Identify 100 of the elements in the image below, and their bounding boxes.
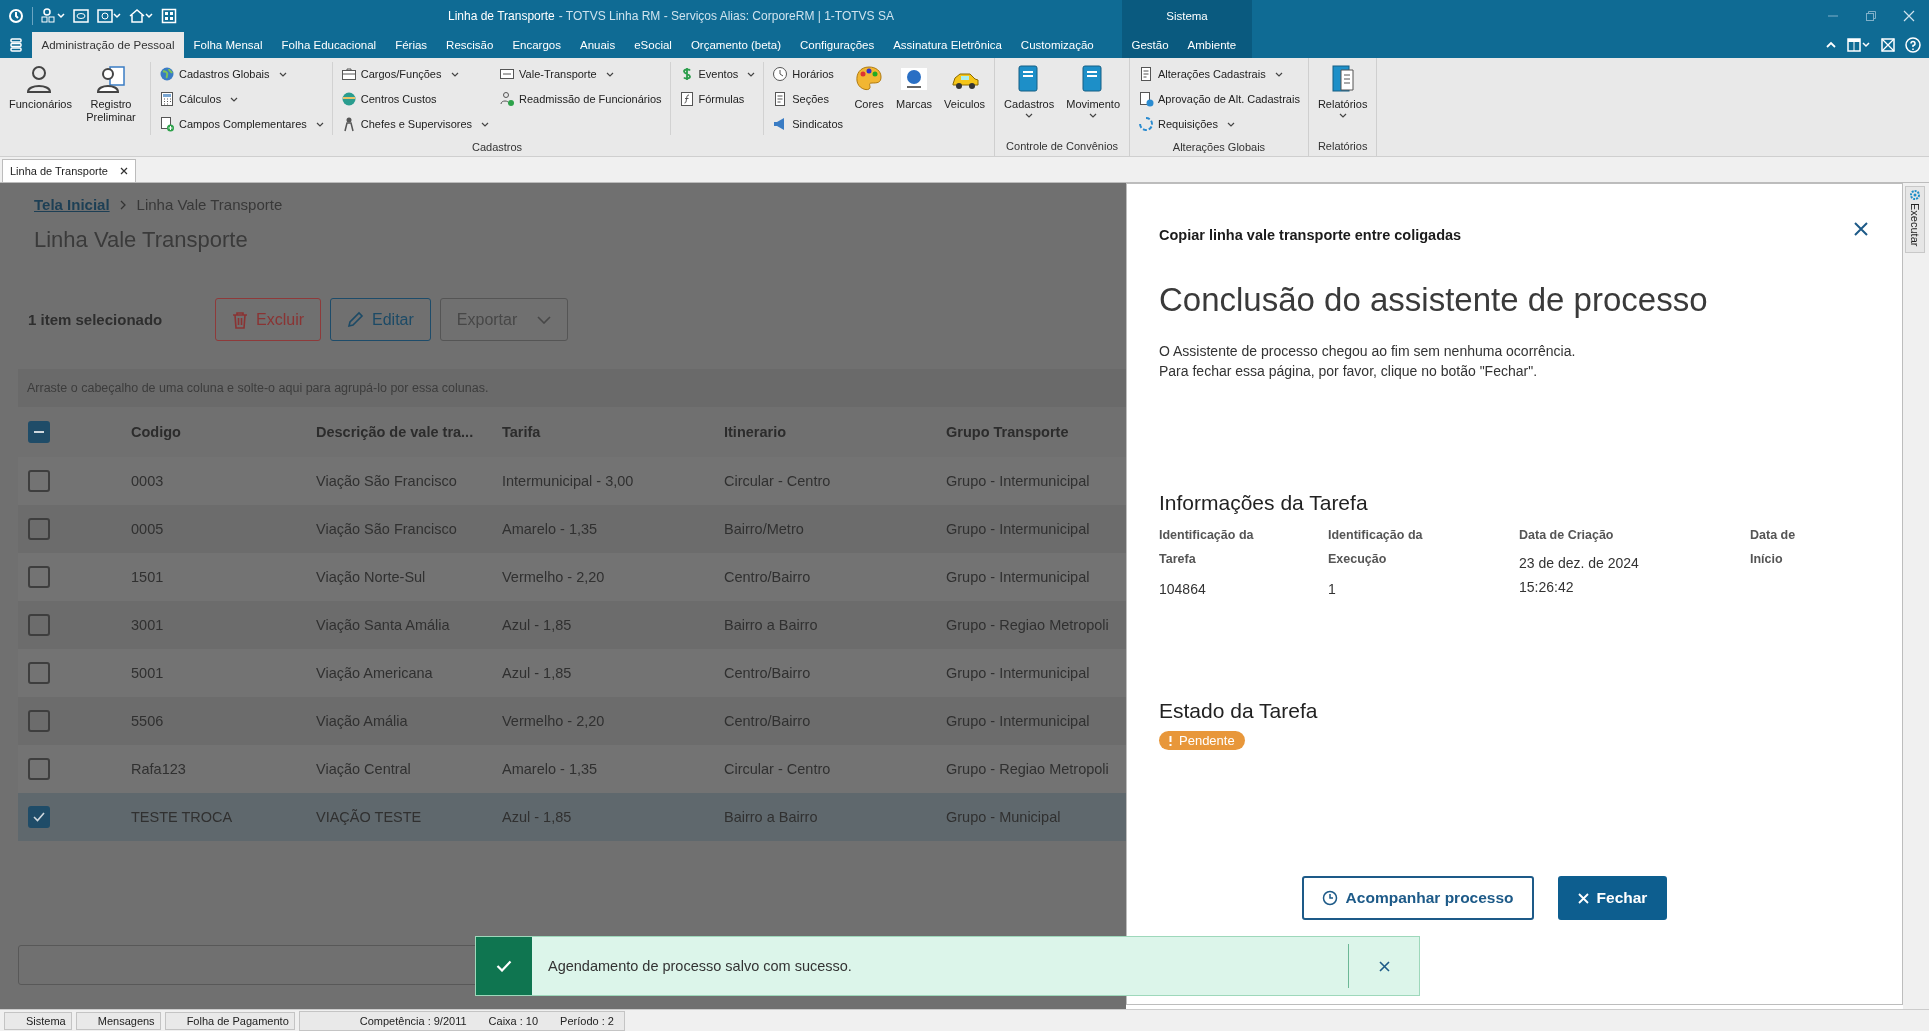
stack-menu-icon[interactable] [9,38,23,52]
people-dropdown-icon[interactable] [41,8,65,24]
select-all-checkbox[interactable] [28,421,50,443]
ribbon-tab[interactable]: Configurações [790,32,884,58]
eye-icon[interactable] [73,8,89,24]
ribbon-button[interactable]: Cargos/Funções [338,63,492,85]
ribbon-tab[interactable]: Férias [385,32,437,58]
row-checkbox[interactable] [28,758,50,780]
ribbon-tab[interactable]: Anuais [570,32,625,58]
ribbon-tab[interactable]: Assinatura Eletrônica [883,32,1012,58]
selection-count: 1 item selecionado [28,311,164,328]
row-checkbox[interactable] [28,662,50,684]
ribbon-tab[interactable]: Orçamento (beta) [681,32,791,58]
close-icon [1378,960,1390,972]
ribbon-button[interactable]: Chefes e Supervisores [338,113,492,135]
table-cell-text: 1501 [131,569,165,585]
status-button[interactable]: Folha de Pagamento [164,1011,295,1030]
ribbon-tab[interactable]: Folha Mensal [183,32,272,58]
exclamation-icon [1169,735,1172,746]
row-checkbox[interactable] [28,806,50,828]
field-label: Data de Criação [1519,527,1615,544]
ribbon-tab[interactable]: eSocial [624,32,682,58]
table-cell-text: Centro/Bairro [724,569,812,585]
ribbon-tab[interactable]: Folha Educacional [272,32,386,58]
ribbon-tab[interactable]: Rescisão [436,32,503,58]
close-icon[interactable] [119,167,128,175]
table-cell-text: Viação Amália [316,713,409,729]
ribbon-button[interactable]: Registro Preliminar [78,62,144,135]
toast-message: Agendamento de processo salvo com sucesso. [547,958,853,974]
ribbon-button[interactable]: Alterações Cadastrais [1136,63,1302,85]
field-label: Data de Início [1750,527,1797,568]
ribbon-group-label: Cadastros [470,140,524,155]
ribbon-tab[interactable]: Encargos [502,32,571,58]
table-cell-text: Viação São Francisco [316,521,458,537]
ribbon-button[interactable]: Veiculos [941,62,989,135]
chevron-right-icon [119,199,127,210]
status-info: Período : 2 [560,1014,614,1027]
row-checkbox[interactable] [28,614,50,636]
table-cell-text: TESTE TROCA [131,809,234,825]
ribbon-button[interactable]: Sindicatos [770,113,846,135]
ribbon-button[interactable]: Funcionários [6,62,72,135]
ribbon-tab[interactable]: Administração de Pessoal [32,32,184,58]
table-cell-text: Grupo - Regiao Metropoli [946,617,1110,633]
section-title: Estado da Tarefa [1159,699,1319,723]
field-value: 104864 [1159,580,1207,599]
row-checkbox[interactable] [28,710,50,732]
ribbon-button[interactable]: Cadastros Globais [157,63,326,85]
table-cell-text: Bairro a Bairro [724,809,819,825]
ribbon-tab[interactable]: Ambiente [1178,32,1246,58]
ribbon-button[interactable]: Centros Custos [338,88,492,110]
grid-icon[interactable] [161,8,177,24]
wizard-heading: Conclusão do assistente de processo [1159,281,1709,319]
document-check-icon [1138,91,1155,107]
card-icon [499,66,516,82]
restore-icon[interactable] [1865,10,1877,22]
table-cell-text: Vermelho - 2,20 [502,713,606,729]
close-box-icon[interactable] [1881,38,1895,52]
document-tab[interactable]: Linha de Transporte [2,159,136,182]
ribbon-button[interactable]: Cálculos [157,88,326,110]
ribbon-button[interactable]: Relatórios [1314,62,1371,134]
ribbon-button[interactable]: Cores [851,62,888,135]
tab-label[interactable]: Linha de Transporte [10,165,108,177]
ball-icon [340,91,357,107]
ribbon-button[interactable]: Marcas [893,62,936,135]
ribbon-button[interactable]: Campos Complementares [157,113,326,135]
status-button[interactable]: Mensagens [75,1011,161,1030]
ribbon-button[interactable]: Eventos [676,63,758,85]
row-checkbox[interactable] [28,518,50,540]
table-cell-text: 0005 [131,521,165,537]
power-icon[interactable] [8,8,24,24]
ribbon-button[interactable]: Horários [770,63,846,85]
ribbon-button[interactable]: Requisições [1136,113,1302,135]
status-button[interactable]: Sistema [4,1011,72,1030]
table-cell-text: Amarelo - 1,35 [502,761,599,777]
table-cell-text: Bairro/Metro [724,521,805,537]
document-plus-icon [159,116,175,132]
layout-dropdown-icon[interactable] [1847,38,1871,52]
table-cell-text: Intermunicipal - 3,00 [502,473,635,489]
ribbon-button[interactable]: Movimento [1063,62,1124,134]
ribbon-button[interactable]: Cadastros [1001,62,1058,134]
ribbon-button[interactable]: Readmissão de Funcionários [497,88,664,110]
table-cell-text: Viação Santa Amália [316,617,451,633]
ribbon-button[interactable]: Vale-Transporte [497,63,664,85]
row-checkbox[interactable] [28,566,50,588]
section-title: Informações da Tarefa [1159,491,1369,515]
ribbon-tab[interactable]: Customização [1011,32,1104,58]
trash-icon [232,310,248,329]
table-cell-text: 5506 [131,713,165,729]
ribbon-tab[interactable]: Gestão [1122,32,1179,58]
home-dropdown-icon[interactable] [129,8,153,24]
ribbon-button[interactable]: Seções [770,88,846,110]
close-button[interactable]: Fechar [1557,876,1668,920]
side-tab[interactable]: Executar [1905,186,1925,254]
row-checkbox[interactable] [28,470,50,492]
help-icon[interactable] [1905,37,1921,53]
table-cell-text: Amarelo - 1,35 [502,521,599,537]
ribbon-button[interactable]: Aprovação de Alt. Cadastrais [1136,88,1302,110]
field-value: 23 de dez. de 2024 15:26:42 [1519,554,1640,597]
ribbon-button[interactable]: Fórmulas [676,88,758,110]
track-button[interactable]: Acompanhar processo [1301,876,1534,920]
